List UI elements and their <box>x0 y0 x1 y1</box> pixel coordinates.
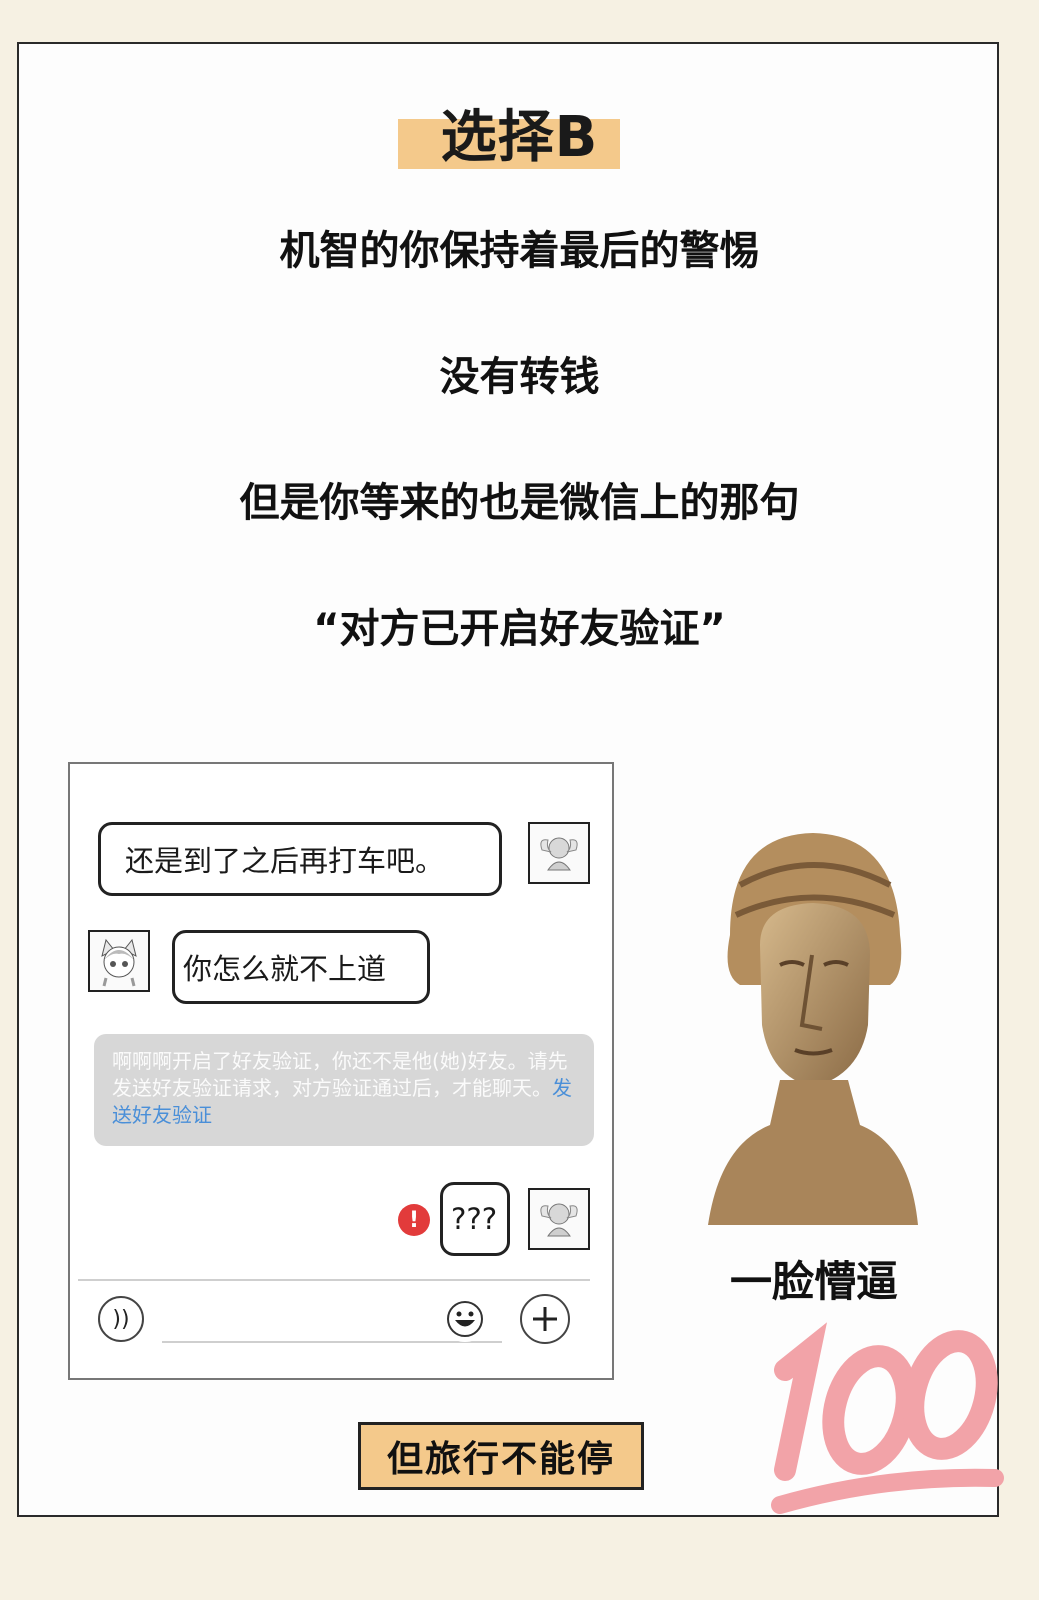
anime-girl-icon <box>101 938 137 987</box>
chat-window: 还是到了之后再打车吧。 你怎么就不上道 啊啊啊开启了好友验证，你还不是他(她)好… <box>68 762 614 1380</box>
input-divider <box>78 1279 590 1281</box>
failed-message-text: ??? <box>451 1202 498 1236</box>
emoji-button[interactable] <box>442 1296 488 1342</box>
sent-message-bubble: 还是到了之后再打车吧。 <box>98 822 502 896</box>
story-line-3: 但是你等来的也是微信上的那句 <box>239 480 800 526</box>
message-input[interactable] <box>162 1341 502 1343</box>
story-line-1: 机智的你保持着最后的警惕 <box>279 228 760 274</box>
sent-message-text: 还是到了之后再打车吧。 <box>125 844 445 878</box>
send-failed-icon[interactable]: ! <box>398 1204 430 1236</box>
friend-verification-notice: 啊啊啊开启了好友验证，你还不是他(她)好友。请先发送好友验证请求，对方验证通过后… <box>94 1034 594 1146</box>
received-message-text: 你怎么就不上道 <box>183 952 387 986</box>
statue-bust-image <box>700 825 926 1225</box>
plus-icon <box>533 1307 557 1331</box>
continue-button[interactable]: 但旅行不能停 <box>358 1422 644 1490</box>
anime-avatar[interactable] <box>88 930 150 992</box>
page-title: 选择B <box>440 105 599 170</box>
smiley-icon <box>447 1301 483 1337</box>
story-line-2: 没有转钱 <box>439 354 600 400</box>
plus-button[interactable] <box>520 1294 570 1344</box>
voice-icon: )) <box>112 1306 130 1332</box>
received-message-bubble: 你怎么就不上道 <box>172 930 430 1004</box>
notice-text: 啊啊啊开启了好友验证，你还不是他(她)好友。请先发送好友验证请求，对方验证通过后… <box>112 1049 568 1100</box>
voice-button[interactable]: )) <box>98 1296 144 1342</box>
cherub-avatar[interactable] <box>528 822 590 884</box>
failed-message-bubble: ??? <box>440 1182 510 1256</box>
hundred-points-icon <box>765 1300 1005 1520</box>
story-line-4: “对方已开启好友验证” <box>313 606 726 652</box>
cherub-icon <box>540 1203 578 1237</box>
cherub-avatar-2[interactable] <box>528 1188 590 1250</box>
cherub-icon <box>540 837 578 871</box>
